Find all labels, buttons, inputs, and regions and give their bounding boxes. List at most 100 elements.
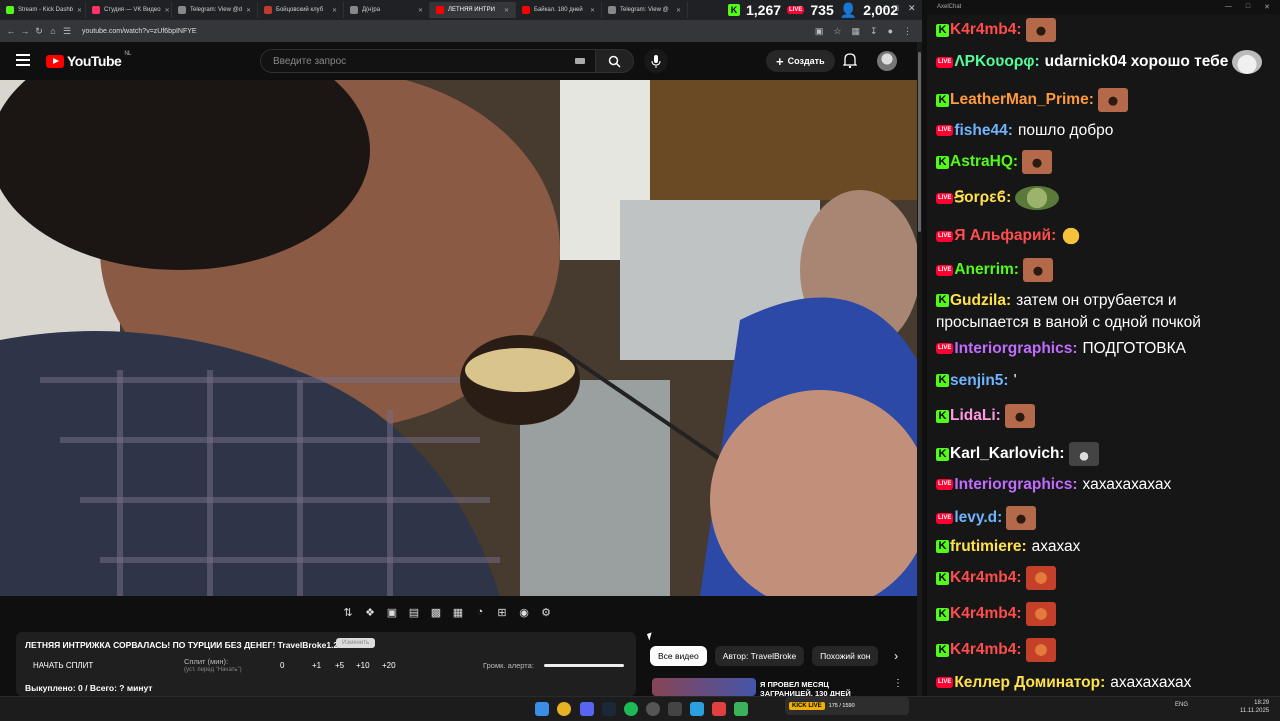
chevron-right-icon[interactable]: ›	[886, 649, 906, 663]
loop-icon[interactable]: ⇅	[340, 604, 356, 620]
profile-icon[interactable]: ●	[888, 26, 893, 37]
obs-icon[interactable]	[646, 702, 660, 716]
tab-close-icon[interactable]: ✕	[77, 7, 82, 14]
chip-author[interactable]: Автор: TravelBroke	[714, 646, 805, 666]
youtube-logo[interactable]: YouTube NL	[46, 51, 131, 69]
video-app-icon[interactable]	[712, 702, 726, 716]
alert-volume-slider[interactable]	[544, 664, 624, 667]
settings-gear-icon[interactable]: ⚙	[538, 604, 554, 620]
chat-username[interactable]: K4r4mb4:	[950, 641, 1022, 658]
chat-username[interactable]: LidaLi:	[950, 407, 1001, 424]
taskbar-clock[interactable]: 18:29 11.11.2025	[1240, 699, 1269, 715]
chat-username[interactable]: K4r4mb4:	[950, 569, 1022, 586]
chat-username[interactable]: ɅΡΚοʋορφ:	[954, 53, 1039, 70]
chip-similar[interactable]: Похожий кон	[812, 646, 879, 666]
app-icon[interactable]	[668, 702, 682, 716]
telegram-icon[interactable]	[690, 702, 704, 716]
tab-close-icon[interactable]: ✕	[246, 7, 251, 14]
chrome-icon[interactable]	[557, 702, 571, 716]
bookmark-star-icon[interactable]: ☆	[833, 26, 841, 37]
tab-close-icon[interactable]: ✕	[590, 7, 595, 14]
steam-icon[interactable]	[602, 702, 616, 716]
recommendation-thumbnail[interactable]	[652, 678, 756, 696]
tab-close-icon[interactable]: ✕	[332, 7, 337, 14]
chat-username[interactable]: Interiorgraphics:	[954, 476, 1077, 493]
home-icon[interactable]: ⌂	[46, 26, 60, 36]
account-avatar[interactable]	[877, 51, 897, 71]
chat-username[interactable]: Келлер Доминатор:	[954, 674, 1105, 691]
close-window-icon[interactable]: ✕	[908, 3, 916, 14]
notifications-bell-icon[interactable]	[843, 52, 857, 68]
split-edit-pill[interactable]: Изменить	[336, 638, 376, 648]
menu-hamburger-icon[interactable]	[16, 54, 30, 66]
chat-username[interactable]: LeatherMan_Prime:	[950, 91, 1094, 108]
extensions-icon[interactable]: ▦	[852, 26, 861, 37]
chat-username[interactable]: Я Альфарий:	[954, 227, 1056, 244]
chat-maximize-icon[interactable]: □	[1246, 3, 1250, 11]
page-scrollbar[interactable]	[917, 42, 922, 696]
chip-all-videos[interactable]: Все видео	[650, 646, 707, 666]
chat-minimize-icon[interactable]: —	[1225, 3, 1232, 11]
browser-tab[interactable]: Студия — VK Видео ✕	[86, 2, 172, 18]
chat-username[interactable]: Anerrim:	[954, 261, 1019, 278]
browser-tab[interactable]: Telegram: View @d ✕	[172, 2, 258, 18]
browser-tab[interactable]: Бойцовский клуб ✕	[258, 2, 344, 18]
tab-close-icon[interactable]: ✕	[676, 7, 681, 14]
chat-username[interactable]: Karl_Karlovich:	[950, 445, 1065, 462]
keyboard-icon[interactable]	[575, 58, 585, 64]
browser-tab[interactable]: ЛЕТНЯЯ ИНТРИ ✕	[430, 2, 516, 18]
chat-app-icon[interactable]	[734, 702, 748, 716]
increment-20-button[interactable]: +20	[382, 661, 396, 670]
kick-taskbar-widget[interactable]: KICK LIVE 175 / 1590	[785, 697, 909, 715]
chat-username[interactable]: Ꞩοrρεϐ:	[954, 189, 1011, 206]
add-clip-icon[interactable]: ⊞	[494, 604, 510, 620]
increment-1-button[interactable]: +1	[312, 661, 321, 670]
voice-search-button[interactable]	[644, 49, 668, 73]
spotify-icon[interactable]	[624, 702, 638, 716]
search-button[interactable]	[596, 49, 634, 73]
reload-icon[interactable]: ↻	[32, 26, 46, 37]
maximize-icon[interactable]: □	[893, 3, 898, 13]
url-field[interactable]: youtube.com/watch?v=zUf6bpINFYE	[82, 28, 197, 35]
language-indicator[interactable]: ENG	[1175, 702, 1188, 708]
browser-tab[interactable]: Д(н)ра ✕	[344, 2, 430, 18]
clapper-icon[interactable]: ▤	[406, 604, 422, 620]
chat-username[interactable]: K4r4mb4:	[950, 21, 1022, 38]
site-info-icon[interactable]: ☰	[60, 26, 74, 37]
increment-5-button[interactable]: +5	[335, 661, 344, 670]
chat-username[interactable]: levy.d:	[954, 509, 1002, 526]
scrollbar-thumb[interactable]	[918, 52, 921, 232]
broadcast-icon[interactable]: ❖	[362, 604, 378, 620]
chat-username[interactable]: K4r4mb4:	[950, 605, 1022, 622]
back-icon[interactable]: ←	[4, 26, 18, 36]
discord-icon[interactable]	[580, 702, 594, 716]
search-input[interactable]	[271, 55, 575, 68]
cast-icon[interactable]: ▣	[815, 26, 824, 37]
start-split-button[interactable]: НАЧАТЬ СПЛИТ	[33, 661, 93, 670]
chat-username[interactable]: Interiorgraphics:	[954, 340, 1077, 357]
browser-tab[interactable]: Байкал. 180 дней ✕	[516, 2, 602, 18]
downloads-icon[interactable]: ↧	[870, 26, 878, 37]
windows-start-icon[interactable]	[535, 702, 549, 716]
frame-icon[interactable]: ▦	[450, 604, 466, 620]
chat-close-icon[interactable]: ✕	[1264, 3, 1270, 11]
browser-tab[interactable]: Stream - Kick Dashb ✕	[0, 2, 86, 18]
tab-close-icon[interactable]: ✕	[504, 7, 509, 14]
chat-username[interactable]: senjin5:	[950, 372, 1009, 389]
chat-username[interactable]: frutimiere:	[950, 538, 1027, 555]
chat-username[interactable]: Gudzila:	[950, 292, 1011, 309]
increment-10-button[interactable]: +10	[356, 661, 370, 670]
tab-close-icon[interactable]: ✕	[165, 7, 170, 14]
minimize-icon[interactable]: —	[878, 3, 887, 13]
picture-in-picture-icon[interactable]: ▩	[428, 604, 444, 620]
more-options-icon[interactable]: ⋮	[893, 678, 903, 689]
forward-icon[interactable]: →	[18, 26, 32, 36]
browser-tab[interactable]: Telegram: View @ ✕	[602, 2, 688, 18]
chat-username[interactable]: fishe44:	[954, 122, 1013, 139]
split-minutes-input[interactable]: 0	[280, 661, 284, 670]
speed-gauge-icon[interactable]: ◔	[472, 604, 488, 620]
screenshot-video-icon[interactable]: ▣	[384, 604, 400, 620]
video-player[interactable]	[0, 80, 917, 596]
camera-icon[interactable]: ◉	[516, 604, 532, 620]
tab-close-icon[interactable]: ✕	[418, 7, 423, 14]
